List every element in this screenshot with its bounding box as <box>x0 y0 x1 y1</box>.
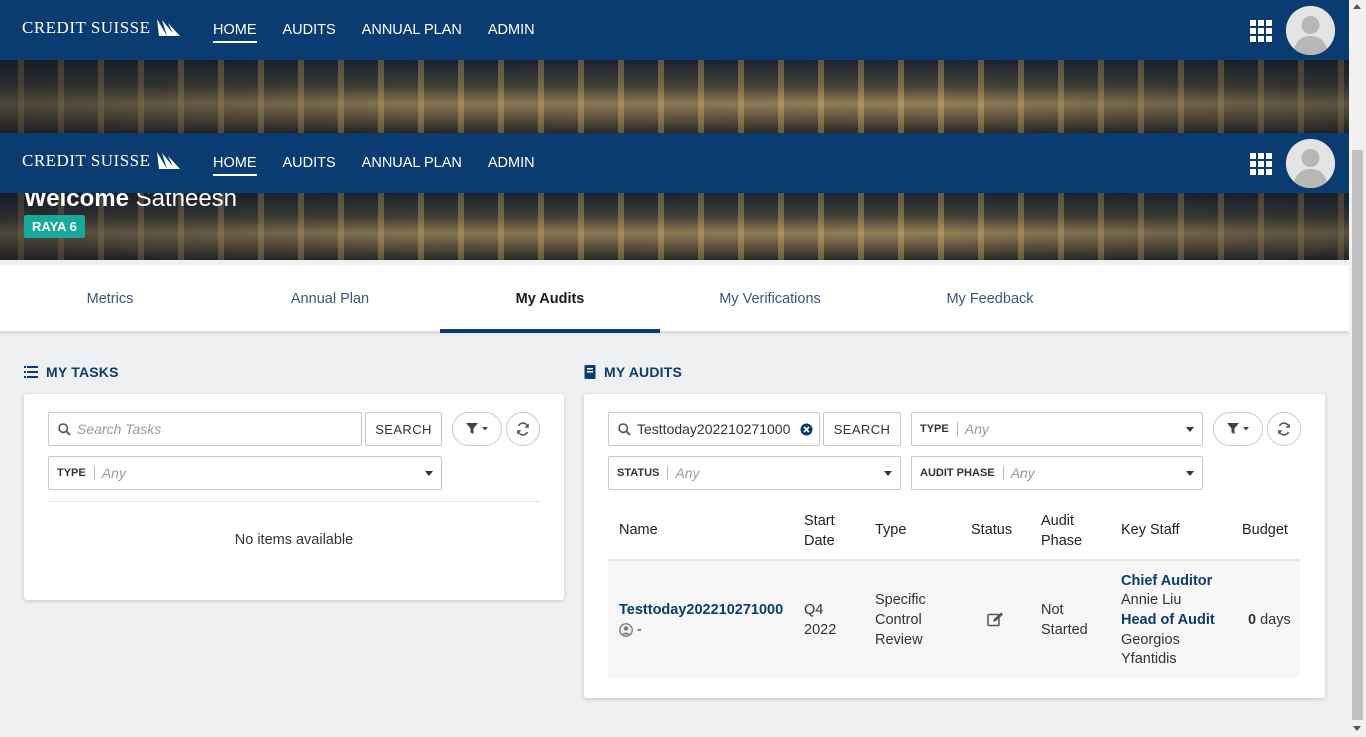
search-icon <box>618 422 631 436</box>
column-header-audit-phase[interactable]: Audit Phase <box>1041 511 1091 551</box>
book-icon <box>584 365 596 379</box>
nav-home[interactable]: HOME <box>213 0 257 60</box>
role-badge: RAYA 6 <box>24 215 85 238</box>
budget-value: 0 days <box>1248 612 1291 628</box>
credit-suisse-logo[interactable]: CREDIT SUISSE <box>22 151 181 171</box>
list-icon <box>24 366 38 378</box>
chevron-down-icon <box>425 471 433 476</box>
staff-name: Annie Liu <box>1121 592 1182 608</box>
column-header-start-date[interactable]: Start Date <box>804 511 854 551</box>
refresh-icon <box>517 422 529 436</box>
nav-admin[interactable]: ADMIN <box>488 133 535 193</box>
start-year: 2022 <box>804 622 837 638</box>
user-silhouette-icon <box>1286 6 1335 55</box>
user-avatar[interactable] <box>1286 139 1335 188</box>
my-audits-heading: MY AUDITS <box>584 364 682 380</box>
nav-admin[interactable]: ADMIN <box>488 0 535 60</box>
sails-icon <box>156 152 180 169</box>
search-tasks-button[interactable]: SEARCH <box>365 412 442 446</box>
nav-annual-plan[interactable]: ANNUAL PLAN <box>362 133 462 193</box>
tab-my-audits[interactable]: My Audits <box>440 265 660 333</box>
sails-icon <box>156 19 180 36</box>
column-header-status[interactable]: Status <box>971 520 1012 540</box>
page-scrollbar[interactable] <box>1349 0 1366 737</box>
staff-role-head-of-audit: Head of Audit <box>1121 612 1215 628</box>
clear-search-icon[interactable] <box>800 423 813 436</box>
dashboard-tabs: Metrics Annual Plan My Audits My Verific… <box>0 265 1349 333</box>
audits-phase-select[interactable]: AUDIT PHASE Any <box>911 456 1203 490</box>
filter-audits-button[interactable] <box>1213 412 1263 446</box>
user-avatar[interactable] <box>1286 6 1335 55</box>
edit-icon[interactable] <box>987 612 1004 627</box>
filter-dropdown-icon <box>466 423 488 434</box>
my-tasks-card: Search Tasks SEARCH TYPE Any No items av… <box>24 394 564 600</box>
credit-suisse-logo[interactable]: CREDIT SUISSE <box>22 18 181 38</box>
my-tasks-heading: MY TASKS <box>24 364 119 380</box>
user-circle-icon <box>619 623 633 637</box>
nav-audits[interactable]: AUDITS <box>283 133 336 193</box>
start-quarter: Q4 <box>804 602 824 618</box>
divider <box>48 501 540 502</box>
audit-phase-line: Started <box>1041 622 1088 638</box>
refresh-audits-button[interactable] <box>1267 412 1301 446</box>
main-nav: HOME AUDITS ANNUAL PLAN ADMIN <box>213 133 561 193</box>
staff-role-chief-auditor: Chief Auditor <box>1121 573 1213 589</box>
user-silhouette-icon <box>1286 139 1335 188</box>
search-tasks-input[interactable]: Search Tasks <box>48 412 362 446</box>
nav-home[interactable]: HOME <box>213 133 257 193</box>
scroll-down-arrow-icon[interactable] <box>1353 726 1361 731</box>
column-header-name[interactable]: Name <box>619 520 658 540</box>
tab-my-verifications[interactable]: My Verifications <box>660 265 880 332</box>
staff-name: Yfantidis <box>1121 651 1177 667</box>
tab-annual-plan[interactable]: Annual Plan <box>220 265 440 332</box>
audit-type-line: Review <box>875 632 923 648</box>
tab-metrics[interactable]: Metrics <box>0 265 220 332</box>
staff-name: Georgios <box>1121 632 1180 648</box>
refresh-tasks-button[interactable] <box>506 412 540 446</box>
chevron-down-icon <box>1186 471 1194 476</box>
nav-audits[interactable]: AUDITS <box>283 0 336 60</box>
audit-phase-line: Not <box>1041 602 1064 618</box>
audit-type-line: Control <box>875 612 922 628</box>
empty-state-text: No items available <box>234 532 354 548</box>
refresh-icon <box>1278 422 1290 436</box>
apps-grid-icon[interactable] <box>1250 20 1272 42</box>
hero-banner-image <box>0 60 1349 133</box>
audit-name-link[interactable]: Testtoday202210271000 <box>619 600 783 620</box>
chevron-down-icon <box>884 471 892 476</box>
search-audits-button[interactable]: SEARCH <box>823 412 901 446</box>
chevron-down-icon <box>1186 427 1194 432</box>
top-navbar: CREDIT SUISSE HOME AUDITS ANNUAL PLAN AD… <box>0 0 1349 60</box>
scroll-up-arrow-icon[interactable] <box>1353 4 1361 9</box>
scrollbar-thumb[interactable] <box>1352 150 1363 720</box>
column-header-type[interactable]: Type <box>875 520 906 540</box>
column-header-key-staff[interactable]: Key Staff <box>1121 520 1180 540</box>
search-icon <box>58 422 71 436</box>
tasks-type-select[interactable]: TYPE Any <box>48 456 442 490</box>
audits-status-select[interactable]: STATUS Any <box>608 456 901 490</box>
audit-owner: - <box>619 620 642 640</box>
main-nav: HOME AUDITS ANNUAL PLAN ADMIN <box>213 0 561 60</box>
welcome-banner: Welcome Satheesh RAYA 6 <box>0 193 1349 260</box>
search-audits-input[interactable]: Testtoday202210271000 <box>608 412 820 446</box>
apps-grid-icon[interactable] <box>1250 153 1272 175</box>
tab-my-feedback[interactable]: My Feedback <box>880 265 1100 332</box>
column-header-budget[interactable]: Budget <box>1242 520 1288 540</box>
audits-type-select[interactable]: TYPE Any <box>911 412 1203 446</box>
audit-type-line: Specific <box>875 592 926 608</box>
filter-dropdown-icon <box>1227 423 1249 434</box>
nav-annual-plan[interactable]: ANNUAL PLAN <box>362 0 462 60</box>
sticky-navbar: CREDIT SUISSE HOME AUDITS ANNUAL PLAN AD… <box>0 133 1349 193</box>
filter-tasks-button[interactable] <box>452 412 502 446</box>
welcome-text: Welcome Satheesh <box>24 193 238 212</box>
